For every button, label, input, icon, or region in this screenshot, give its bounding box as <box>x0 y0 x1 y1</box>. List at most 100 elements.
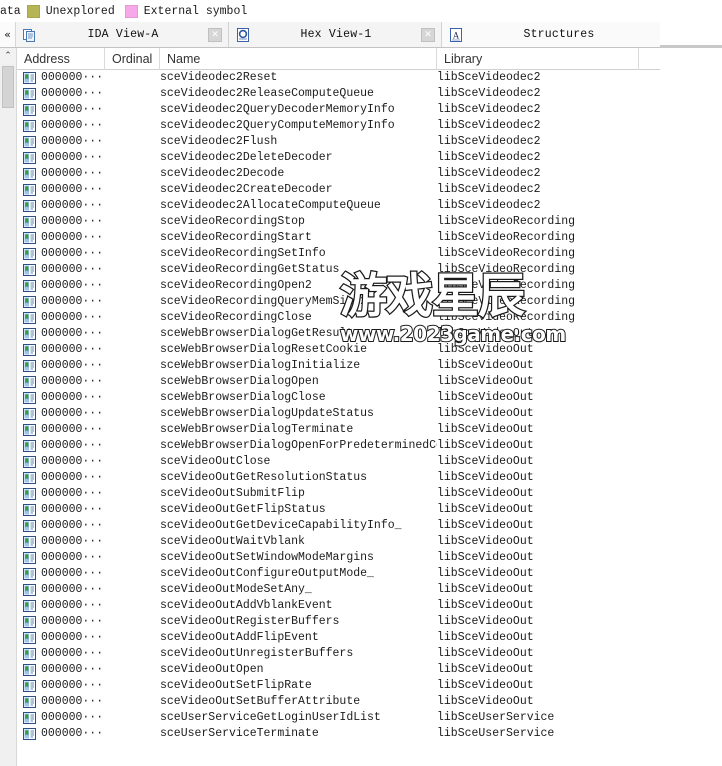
table-row[interactable]: 000000··· sceWebBrowserDialogClose libSceV… <box>17 390 660 406</box>
table-row[interactable]: 000000··· sceVideodec2Flush libSceVideodec… <box>17 134 660 150</box>
legend-item-unexplored: Unexplored <box>26 4 115 18</box>
table-row[interactable]: 000000··· sceVideoOutClose libSceVideoOut <box>17 454 660 470</box>
table-row[interactable]: 000000··· sceVideoOutSetBufferAttribute li… <box>17 694 660 710</box>
cell-address: 000000··· <box>41 487 104 500</box>
table-row[interactable]: 000000··· sceVideodec2ReleaseComputeQueue… <box>17 86 660 102</box>
close-icon[interactable]: ✕ <box>208 27 222 42</box>
export-entry-icon <box>17 440 41 452</box>
table-row[interactable]: 000000··· sceVideoOutSetWindowModeMargins… <box>17 550 660 566</box>
table-row[interactable]: 000000··· sceVideoOutSubmitFlip libSceVide… <box>17 486 660 502</box>
cell-name: sceVideoOutModeSetAny_ <box>160 583 312 596</box>
cell-name: sceWebBrowserDialogClose <box>160 391 326 404</box>
chevron-down-icon[interactable]: ⌄ <box>507 48 519 49</box>
cell-name: sceVideodec2Decode <box>160 167 285 180</box>
export-entry-icon <box>17 152 41 164</box>
table-row[interactable]: 000000··· sceVideoOutConfigureOutputMode_… <box>17 566 660 582</box>
cell-library: libSceVideoRecording <box>437 263 576 276</box>
table-row[interactable]: 000000··· sceWebBrowserDialogOpenForPrede… <box>17 438 660 454</box>
table-row[interactable]: 000000··· sceVideodec2Decode libSceVideode… <box>17 166 660 182</box>
table-row[interactable]: 000000··· sceVideoOutWaitVblank libSceVide… <box>17 534 660 550</box>
table-row[interactable]: 000000··· sceVideoRecordingStop libSceVide… <box>17 214 660 230</box>
export-entry-icon <box>17 200 41 212</box>
export-entry-icon <box>17 488 41 500</box>
scrollbar-thumb[interactable] <box>2 66 14 108</box>
cell-name: sceWebBrowserDialogGetResult <box>160 327 354 340</box>
cell-address: 000000··· <box>41 455 104 468</box>
export-entry-icon <box>17 616 41 628</box>
cell-library: libSceVideoOut <box>437 359 534 372</box>
cell-library: libSceUserService <box>437 711 555 724</box>
cell-address: 000000··· <box>41 199 104 212</box>
column-header-ordinal[interactable]: Ordinal <box>105 48 160 70</box>
cell-address: 000000··· <box>41 695 104 708</box>
legend-label-unexplored: Unexplored <box>45 4 115 18</box>
vertical-scrollbar[interactable]: ⌃ <box>0 48 17 766</box>
cell-name: sceVideoOutSetWindowModeMargins <box>160 551 374 564</box>
table-row[interactable]: 000000··· sceVideoOutGetResolutionStatus l… <box>17 470 660 486</box>
table-row[interactable]: 000000··· sceVideoOutGetFlipStatus libSceV… <box>17 502 660 518</box>
export-entry-icon <box>17 392 41 404</box>
column-header-library[interactable]: Library ⌄ <box>437 48 639 70</box>
table-row[interactable]: 000000··· sceVideoOutRegisterBuffers libSc… <box>17 614 660 630</box>
table-row[interactable]: 000000··· sceVideoRecordingStart libSceVid… <box>17 230 660 246</box>
column-header-spacer <box>639 48 660 70</box>
table-row[interactable]: 000000··· sceVideodec2QueryComputeMemoryI… <box>17 118 660 134</box>
export-entry-icon <box>17 424 41 436</box>
table-row[interactable]: 000000··· sceWebBrowserDialogUpdateStatus… <box>17 406 660 422</box>
table-row[interactable]: 000000··· sceVideoRecordingClose libSceVid… <box>17 310 660 326</box>
table-row[interactable]: 000000··· sceVideoOutSetFlipRate libSceVid… <box>17 678 660 694</box>
export-entry-icon <box>17 408 41 420</box>
table-row[interactable]: 000000··· sceUserServiceTerminate libSceUs… <box>17 726 660 742</box>
cell-address: 000000··· <box>41 327 104 340</box>
table-row[interactable]: 000000··· sceVideodec2QueryDecoderMemoryI… <box>17 102 660 118</box>
export-entry-icon <box>17 72 41 84</box>
table-row[interactable]: 000000··· sceVideoOutModeSetAny_ libSceVid… <box>17 582 660 598</box>
table-row[interactable]: 000000··· sceVideoRecordingGetStatus libSc… <box>17 262 660 278</box>
cell-library: libSceVideodec2 <box>437 167 541 180</box>
cell-name: sceVideoRecordingOpen2 <box>160 279 312 292</box>
table-row[interactable]: 000000··· sceVideoOutOpen libSceVideoOut <box>17 662 660 678</box>
table-row[interactable]: 000000··· sceVideoRecordingSetInfo libSceV… <box>17 246 660 262</box>
table-row[interactable]: 000000··· sceVideodec2Reset libSceVideodec… <box>17 70 660 86</box>
column-header-name[interactable]: Name <box>160 48 437 70</box>
table-row[interactable]: 000000··· sceVideoOutGetDeviceCapabilityI… <box>17 518 660 534</box>
export-entry-icon <box>17 168 41 180</box>
table-row[interactable]: 000000··· sceVideodec2DeleteDecoder libSce… <box>17 150 660 166</box>
export-entry-icon <box>17 216 41 228</box>
cell-name: sceVideoOutSubmitFlip <box>160 487 305 500</box>
table-row[interactable]: 000000··· sceVideoRecordingQueryMemSize2 l… <box>17 294 660 310</box>
table-row[interactable]: 000000··· sceWebBrowserDialogGetResult lib… <box>17 326 660 342</box>
table-row[interactable]: 000000··· sceVideoOutUnregisterBuffers lib… <box>17 646 660 662</box>
column-header-address[interactable]: Address <box>17 48 105 70</box>
table-row[interactable]: 000000··· sceVideodec2CreateDecoder libSce… <box>17 182 660 198</box>
table-row[interactable]: 000000··· sceWebBrowserDialogResetCookie l… <box>17 342 660 358</box>
tab-ida-view-a[interactable]: IDA View-A ✕ <box>16 22 229 47</box>
export-entry-icon <box>17 536 41 548</box>
cell-address: 000000··· <box>41 535 104 548</box>
table-row[interactable]: 000000··· sceWebBrowserDialogTerminate lib… <box>17 422 660 438</box>
collapse-panel-button[interactable]: « <box>0 22 16 47</box>
export-entry-icon <box>17 312 41 324</box>
close-icon[interactable]: ✕ <box>421 27 435 42</box>
cell-address: 000000··· <box>41 519 104 532</box>
letter-a-icon: A <box>448 27 464 43</box>
cell-address: 000000··· <box>41 71 104 84</box>
cell-library: libSceUserService <box>437 727 555 740</box>
scroll-up-arrow-icon[interactable]: ⌃ <box>0 48 16 64</box>
tab-hex-view-1[interactable]: Hex View-1 ✕ <box>229 22 442 47</box>
tab-bar: « IDA View-A ✕ Hex View-1 ✕ A Structures <box>0 22 660 48</box>
export-entry-icon <box>17 280 41 292</box>
table-row[interactable]: 000000··· sceWebBrowserDialogInitialize li… <box>17 358 660 374</box>
cell-address: 000000··· <box>41 567 104 580</box>
tab-structures[interactable]: A Structures <box>442 22 660 47</box>
table-row[interactable]: 000000··· sceUserServiceGetLoginUserIdLis… <box>17 710 660 726</box>
table-row[interactable]: 000000··· sceWebBrowserDialogOpen libSceVi… <box>17 374 660 390</box>
cell-name: sceVideodec2DeleteDecoder <box>160 151 333 164</box>
tab-label-hex-view-1: Hex View-1 <box>300 28 372 41</box>
export-entry-icon <box>17 648 41 660</box>
table-row[interactable]: 000000··· sceVideoOutAddVblankEvent libSce… <box>17 598 660 614</box>
table-row[interactable]: 000000··· sceVideodec2AllocateComputeQueu… <box>17 198 660 214</box>
table-row[interactable]: 000000··· sceVideoOutAddFlipEvent libSceVi… <box>17 630 660 646</box>
table-row[interactable]: 000000··· sceVideoRecordingOpen2 libSceVid… <box>17 278 660 294</box>
legend-item-external-symbol: External symbol <box>124 4 247 18</box>
